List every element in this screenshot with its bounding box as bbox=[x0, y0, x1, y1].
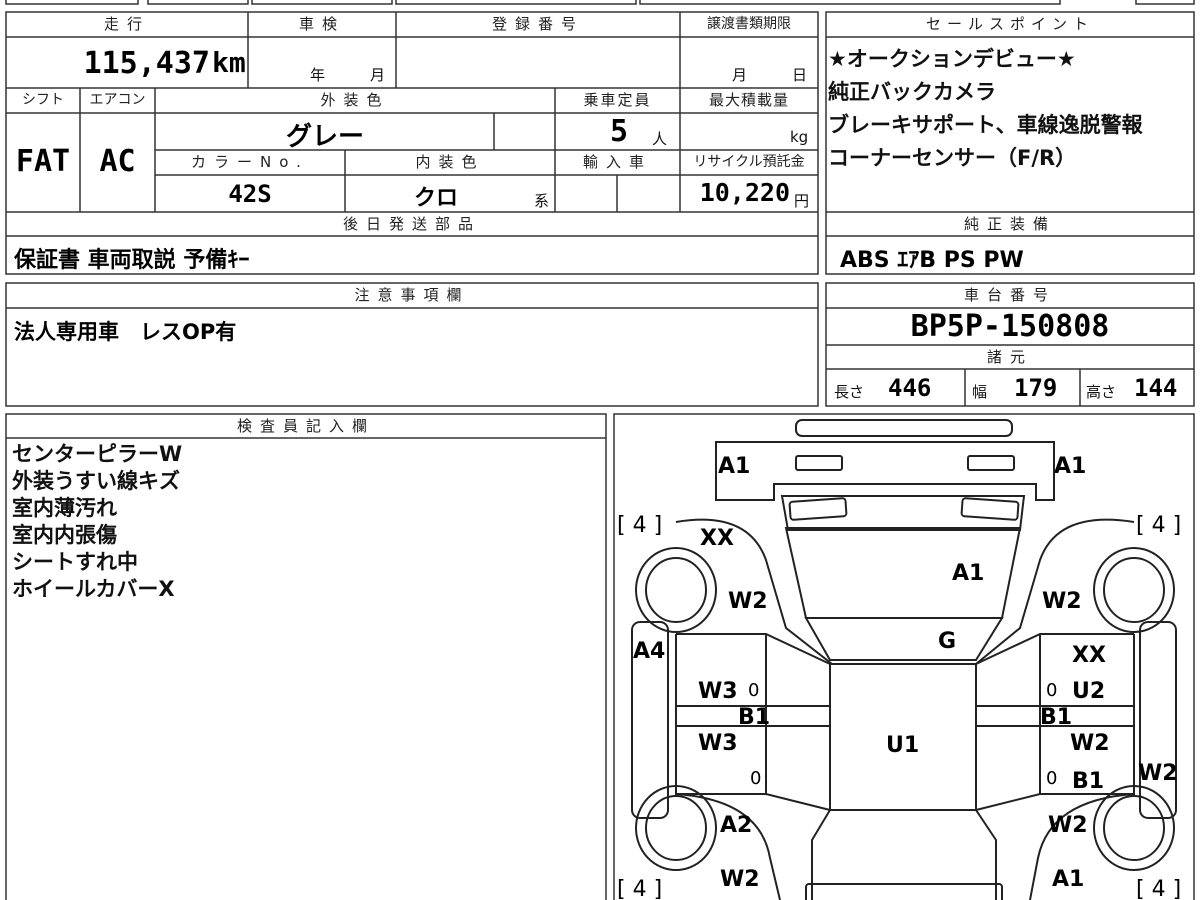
inspector-note: 室内内張傷 bbox=[12, 523, 117, 547]
header-exterior-color: 外装色 bbox=[156, 89, 554, 111]
mark-windshield: G bbox=[938, 629, 956, 654]
mileage-unit: km bbox=[212, 46, 246, 79]
mark-bumper-left: A1 bbox=[718, 454, 750, 479]
header-color-no: カラーNo. bbox=[156, 151, 344, 173]
height-value: 144 bbox=[1134, 374, 1178, 402]
tire-fl: [ 4 ] bbox=[617, 513, 662, 538]
max-load-unit: kg bbox=[790, 128, 809, 146]
deadline-month-unit: 月 bbox=[732, 66, 748, 84]
header-transfer-deadline: 譲渡書類期限 bbox=[681, 13, 817, 35]
std-equipment-value: ABS ｴｱB PS PW bbox=[840, 248, 1024, 273]
mark-side-left: A4 bbox=[633, 639, 665, 664]
inspector-notes-list: センターピラーW 外装うすい線キズ 室内薄汚れ 室内内張傷 シートすれ中 ホイー… bbox=[12, 441, 602, 603]
mark-door-rr: W2 bbox=[1070, 731, 1110, 756]
inspector-note: 外装うすい線キズ bbox=[12, 469, 180, 493]
header-interior-color: 内装色 bbox=[346, 151, 554, 173]
mark-bumper-right: A1 bbox=[1054, 454, 1086, 479]
mark-quarter-rr: W2 bbox=[1048, 813, 1088, 838]
mark-quarter-rl: A2 bbox=[720, 813, 752, 838]
header-max-load: 最大積載量 bbox=[681, 89, 817, 111]
mark-rear-left: W2 bbox=[720, 867, 760, 892]
sales-point-item: コーナーセンサー（F/R） bbox=[828, 146, 1077, 170]
interior-color-value: クロ bbox=[413, 186, 458, 211]
interior-suffix: 系 bbox=[534, 192, 550, 210]
color-no-value: 42S bbox=[228, 180, 272, 208]
shift-value: FAT bbox=[15, 144, 71, 179]
header-mileage: 走行 bbox=[7, 13, 247, 35]
width-value: 179 bbox=[1014, 374, 1058, 402]
mark-door-rl: W3 bbox=[698, 731, 738, 756]
tire-rl: [ 4 ] bbox=[617, 877, 662, 900]
mark-door-rr-zero: 0 bbox=[1046, 768, 1057, 789]
header-shift: シフト bbox=[7, 89, 79, 111]
inspector-note: センターピラーW bbox=[12, 442, 183, 466]
header-std-equipment: 純正装備 bbox=[827, 213, 1193, 235]
chassis-no-value: BP5P-150808 bbox=[910, 309, 1110, 344]
recycle-fee-value: 10,220 bbox=[699, 178, 790, 207]
mark-door-rr-b1: B1 bbox=[1072, 769, 1104, 794]
exterior-color-value: グレー bbox=[285, 122, 364, 152]
header-capacity: 乗車定員 bbox=[556, 89, 679, 111]
later-parts-value: 保証書 車両取説 予備ｷｰ bbox=[14, 248, 250, 273]
capacity-value: 5 bbox=[610, 114, 629, 149]
sales-point-item: ブレーキサポート、車線逸脱警報 bbox=[828, 113, 1143, 137]
inspector-note: ホイールカバーX bbox=[12, 577, 175, 601]
mark-hood: A1 bbox=[952, 561, 984, 586]
header-recycle-fee: リサイクル預託金 bbox=[681, 151, 817, 173]
inspector-note: 室内薄汚れ bbox=[12, 496, 117, 520]
inspector-note: シートすれ中 bbox=[12, 550, 138, 574]
header-sales-point: セールスポイント bbox=[827, 13, 1193, 35]
header-caution: 注意事項欄 bbox=[7, 284, 817, 306]
width-label: 幅 bbox=[972, 383, 988, 401]
mileage-value: 115,437 bbox=[83, 46, 210, 81]
tire-rr: [ 4 ] bbox=[1136, 877, 1181, 900]
header-inspector: 検査員記入欄 bbox=[7, 415, 605, 437]
capacity-unit: 人 bbox=[652, 130, 668, 148]
mark-fender-fr: W2 bbox=[1042, 589, 1082, 614]
shaken-month-unit: 月 bbox=[370, 66, 386, 84]
recycle-unit: 円 bbox=[794, 192, 810, 210]
mark-door-fr-zero: 0 bbox=[1046, 680, 1057, 701]
sales-point-item: 純正バックカメラ bbox=[828, 80, 996, 104]
length-value: 446 bbox=[888, 374, 932, 402]
caution-value: 法人専用車 レスOP有 bbox=[14, 320, 237, 344]
header-registration: 登録番号 bbox=[397, 13, 679, 35]
header-specs: 諸元 bbox=[827, 346, 1193, 368]
mark-fr-xx: XX bbox=[1072, 643, 1106, 668]
mark-fender-fl-upper: XX bbox=[700, 526, 734, 551]
tire-fr: [ 4 ] bbox=[1136, 513, 1181, 538]
mark-fender-fl: W2 bbox=[728, 589, 768, 614]
height-label: 高さ bbox=[1086, 383, 1117, 401]
sales-point-item: ★オークションデビュー★ bbox=[828, 47, 1076, 71]
mark-pillar-left: B1 bbox=[738, 705, 770, 730]
header-import: 輸入車 bbox=[556, 151, 679, 173]
mark-side-right: W2 bbox=[1138, 761, 1178, 786]
header-later-parts: 後日発送部品 bbox=[7, 213, 817, 235]
mark-door-rl-zero: 0 bbox=[750, 768, 761, 789]
mark-door-fr: U2 bbox=[1072, 679, 1105, 704]
mark-door-fl: W3 bbox=[698, 679, 738, 704]
sales-points-list: ★オークションデビュー★ 純正バックカメラ ブレーキサポート、車線逸脱警報 コー… bbox=[828, 46, 1192, 172]
mark-door-fl-zero: 0 bbox=[748, 680, 759, 701]
header-aircon: エアコン bbox=[81, 89, 154, 111]
mark-roof: U1 bbox=[886, 733, 919, 758]
header-chassis-no: 車台番号 bbox=[827, 284, 1193, 306]
shaken-year-unit: 年 bbox=[310, 66, 326, 84]
aircon-value: AC bbox=[99, 144, 136, 179]
mark-pillar-right: B1 bbox=[1040, 705, 1072, 730]
mark-rear-right: A1 bbox=[1052, 867, 1084, 892]
deadline-day-unit: 日 bbox=[792, 66, 808, 84]
header-shaken: 車検 bbox=[249, 13, 395, 35]
length-label: 長さ bbox=[834, 383, 865, 401]
